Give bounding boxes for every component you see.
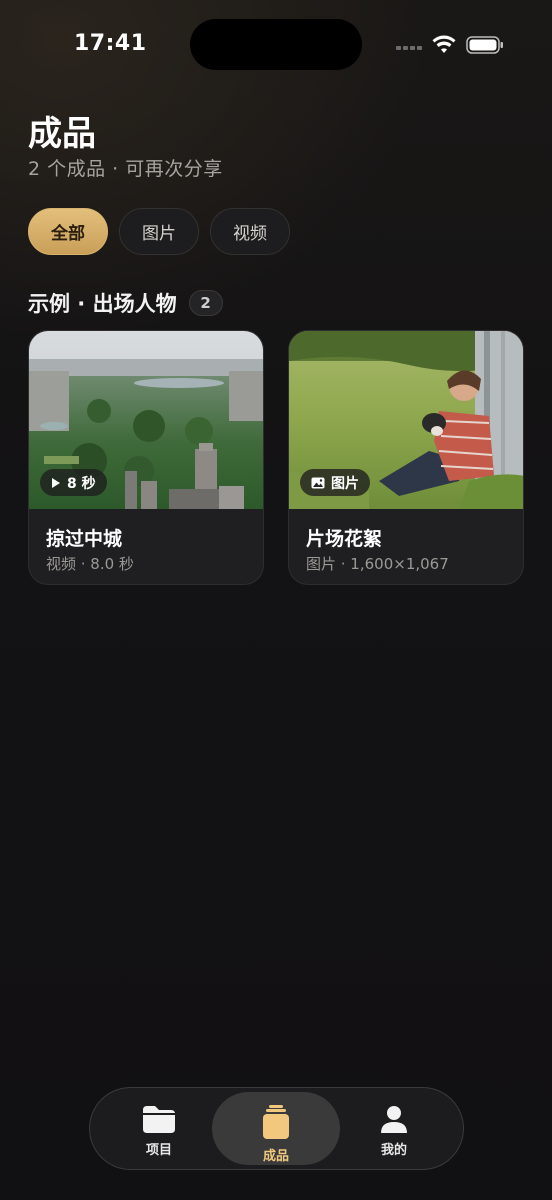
section-count-badge: 2 <box>188 290 223 316</box>
tab-outputs[interactable]: 成品 <box>212 1092 340 1165</box>
media-type-badge-label: 图片 <box>331 475 359 492</box>
card-meta: 视频 · 8.0 秒 <box>46 555 134 573</box>
page-title: 成品 <box>28 114 96 154</box>
cellular-signal-icon <box>396 46 422 50</box>
filter-chip-all[interactable]: 全部 <box>28 208 108 255</box>
stack-icon <box>263 1105 289 1139</box>
filter-chip-images[interactable]: 图片 <box>119 208 199 255</box>
tab-projects[interactable]: 项目 <box>95 1092 223 1165</box>
tab-label: 成品 <box>262 1149 289 1164</box>
tab-label: 项目 <box>145 1143 172 1158</box>
wifi-icon <box>432 35 456 53</box>
person-icon <box>381 1106 407 1133</box>
card-meta: 图片 · 1,600×1,067 <box>306 555 449 573</box>
filter-chip-videos[interactable]: 视频 <box>210 208 290 255</box>
media-type-badge: 图片 <box>300 469 370 496</box>
status-time: 17:41 <box>74 31 147 56</box>
output-card-image[interactable]: 图片 片场花絮 图片 · 1,600×1,067 <box>288 330 524 585</box>
folder-icon <box>143 1106 175 1133</box>
dynamic-island <box>190 19 362 70</box>
play-icon <box>52 477 60 488</box>
screen: 17:41 成品 2 个成品 · 可再次分享 全部 图片 视频 示例 · 出场人… <box>0 0 552 1200</box>
battery-icon <box>466 36 503 54</box>
duration-badge-label: 8 秒 <box>67 475 96 492</box>
tab-label: 我的 <box>380 1143 407 1158</box>
duration-badge: 8 秒 <box>40 469 107 496</box>
output-card-video[interactable]: 8 秒 掠过中城 视频 · 8.0 秒 <box>28 330 264 585</box>
filter-chips: 全部 图片 视频 <box>28 208 290 255</box>
status-bar: 17:41 <box>0 0 552 90</box>
section-header: 示例 · 出场人物 2 <box>28 288 223 318</box>
card-title: 片场花絮 <box>306 528 383 550</box>
card-thumbnail: 图片 <box>289 331 523 509</box>
tab-me[interactable]: 我的 <box>330 1092 458 1165</box>
page-subtitle: 2 个成品 · 可再次分享 <box>28 158 223 180</box>
card-title: 掠过中城 <box>46 528 123 550</box>
image-icon <box>311 477 325 488</box>
card-thumbnail: 8 秒 <box>29 331 263 509</box>
tab-bar: 项目 成品 我的 <box>89 1087 464 1170</box>
section-title: 示例 · 出场人物 <box>28 292 177 316</box>
